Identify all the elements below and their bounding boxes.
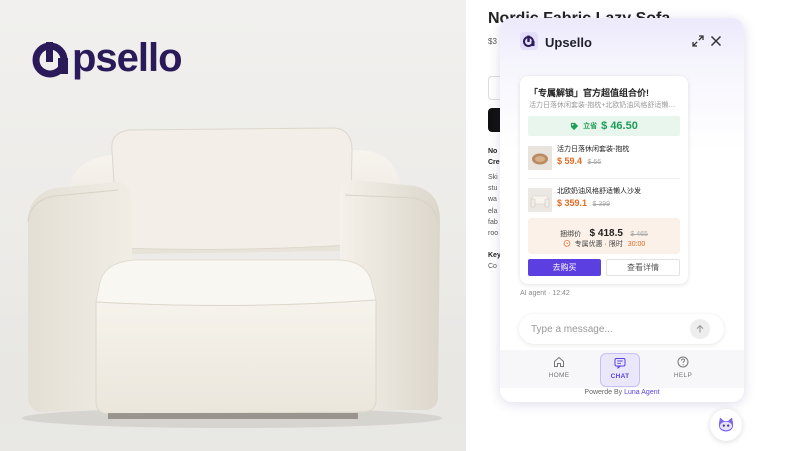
savings-label: 立省 [583,123,598,130]
send-button[interactable] [690,319,710,339]
item-name: 活力日落休闲套装-抱枕 [557,146,630,153]
nav-help[interactable]: HELP [663,353,703,387]
widget-logo-icon [520,32,538,50]
chat-widget: Upsello 「专属解锁」官方超值组合价! 活力日落休闲套装-抱枕+北欧奶油风… [500,18,744,402]
page: psello Nordic Fabric Lazy Sofa $3 No Cre… [0,0,800,451]
desc-heading-2: Cre [488,159,500,166]
item-price: $ 359.1 [557,198,588,208]
item-price: $ 59.4 [557,156,583,166]
nav-chat[interactable]: CHAT [600,353,640,387]
message-composer [519,314,724,344]
item-name: 北欧奶油风格舒适懒人沙发 [557,188,641,195]
widget-title: Upsello [545,35,592,50]
bundle-offer-card: 「专属解锁」官方超值组合价! 活力日落休闲套装-抱枕+北欧奶油风格舒适懒人沙发 … [520,76,688,284]
item-divider [528,178,680,179]
powered-by: Powerde By Luna Agent [500,389,744,396]
key-heading: Key [488,252,501,259]
savings-amount: $ 46.50 [601,120,638,132]
desc-line: ela [488,208,498,215]
alarm-clock-icon [563,240,570,247]
logo-wordmark: psello [72,36,183,80]
offer-subtitle: 活力日落休闲套装-抱枕+北欧奶油风格舒适懒人沙发 [529,102,679,109]
nav-label: HOME [548,372,570,379]
pillow-thumbnail [528,146,552,170]
bundle-price-box: 捆绑价 $ 418.5 $ 465 专属优惠 · 限时 30:00 [528,218,680,254]
bundle-item[interactable]: 活力日落休闲套装-抱枕 $ 59.4 $ 66 [528,144,680,174]
bottom-nav: HOME CHAT HELP [500,350,744,388]
upsello-logo-mark-icon [32,42,68,78]
nav-label: HELP [673,372,693,379]
tag-icon [571,122,579,130]
desc-line: roo [488,230,499,237]
bundle-price-label: 捆绑价 [560,231,582,238]
chat-launcher-button[interactable] [710,409,742,441]
close-icon[interactable] [708,33,724,49]
bundle-price: $ 418.5 [589,228,623,239]
bundle-old-price: $ 465 [630,231,648,238]
hero-image: psello [0,0,466,451]
powered-by-brand[interactable]: Luna Agent [624,389,659,396]
powered-by-prefix: Powerde By [584,389,623,396]
countdown-timer: 30:00 [627,241,646,248]
product-price: $3 [488,37,497,46]
item-old-price: $ 399 [592,201,611,208]
view-details-button[interactable]: 查看详情 [606,259,680,276]
buy-now-button[interactable]: 去购买 [528,259,601,276]
bundle-item[interactable]: 北欧奶油风格舒适懒人沙发 $ 359.1 $ 399 [528,186,680,216]
desc-line: Ski [488,174,498,181]
nav-home[interactable]: HOME [539,353,579,387]
upsello-logo: psello [32,36,183,80]
arrow-up-icon [696,324,704,333]
savings-banner: 立省 $ 46.50 [528,116,680,136]
desc-heading-1: No [488,148,498,155]
cat-mascot-icon [718,417,734,432]
help-icon [677,356,689,368]
message-input[interactable] [531,321,681,337]
home-icon [554,356,564,367]
message-meta: AI agent · 12:42 [520,290,570,297]
nav-label: CHAT [610,373,630,380]
sofa-thumbnail [528,188,552,212]
chat-icon [614,358,626,370]
desc-line: fab [488,219,498,226]
desc-line: wa [488,196,497,203]
offer-label: 专属优惠 · 限时 [574,241,623,248]
desc-line: stu [488,185,498,192]
item-old-price: $ 66 [587,159,602,166]
key-line: Co [488,263,497,270]
widget-header: Upsello [500,18,744,64]
expand-icon[interactable] [690,33,706,49]
offer-title: 「专属解锁」官方超值组合价! [529,88,649,98]
